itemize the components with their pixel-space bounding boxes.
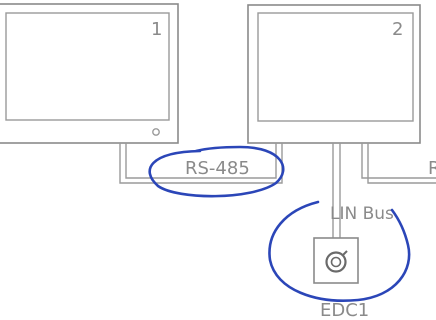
right-cable-line-outer bbox=[367, 143, 436, 184]
edc1-housing bbox=[313, 237, 359, 284]
edc1-controller: EDC1 bbox=[313, 237, 369, 320]
device-1: 1 bbox=[0, 3, 179, 144]
wiring-diagram: 1 2 RS-485 R LIN Bus EDC1 bbox=[0, 3, 436, 320]
rs485-label: RS-485 bbox=[185, 158, 250, 179]
device-2: 2 bbox=[247, 4, 421, 144]
rotary-knob-icon bbox=[325, 250, 348, 273]
edc1-label: EDC1 bbox=[320, 300, 369, 320]
device-1-status-led-icon bbox=[152, 128, 160, 136]
right-cable-line-inner bbox=[361, 143, 436, 179]
device-2-number: 2 bbox=[392, 19, 403, 40]
right-bus-label-fragment: R bbox=[428, 158, 436, 179]
device-1-screen bbox=[5, 12, 170, 121]
device-1-number: 1 bbox=[151, 19, 162, 40]
device-2-screen bbox=[257, 12, 414, 122]
right-cable: R bbox=[361, 143, 436, 184]
lin-bus-label: LIN Bus bbox=[330, 204, 394, 224]
